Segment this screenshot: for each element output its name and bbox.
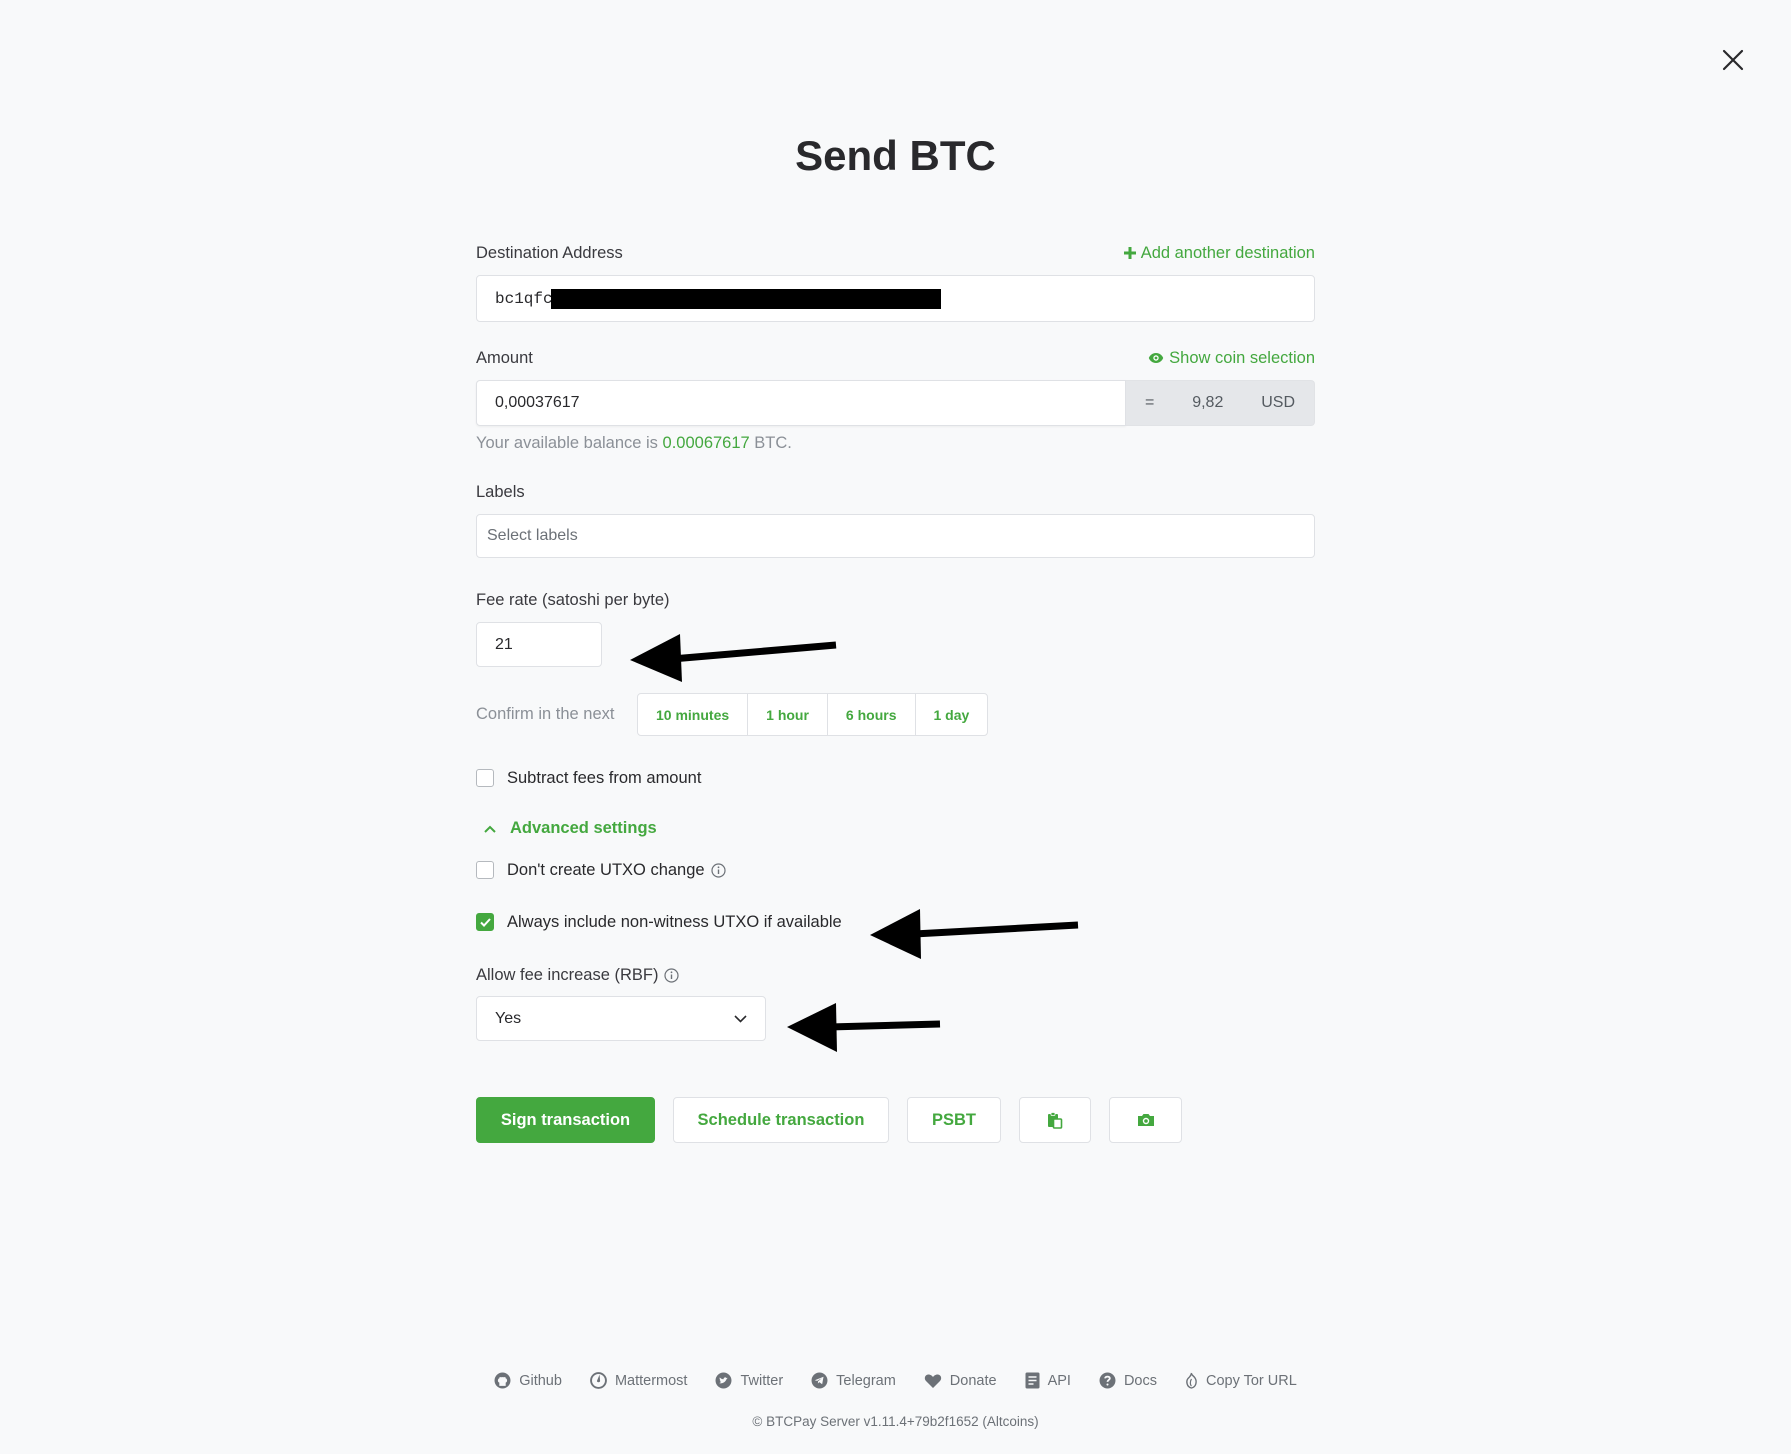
info-icon[interactable] (710, 862, 726, 878)
footer-link-label: Twitter (740, 1372, 784, 1389)
heart-icon (924, 1373, 941, 1388)
rbf-select[interactable]: Yes (476, 996, 766, 1041)
rbf-label: Allow fee increase (RBF) (476, 965, 659, 984)
rbf-selected-value: Yes (495, 1009, 522, 1027)
confirm-row: Confirm in the next 10 minutes 1 hour 6 … (476, 693, 1315, 736)
fee-label-row: Fee rate (satoshi per byte) (476, 587, 1315, 613)
question-icon (1099, 1372, 1116, 1389)
plus-icon (1123, 247, 1136, 259)
confirm-1-hour-button[interactable]: 1 hour (748, 694, 828, 735)
psbt-button[interactable]: PSBT (907, 1097, 1001, 1143)
confirm-10-minutes-button[interactable]: 10 minutes (638, 694, 749, 735)
available-balance-hint: Your available balance is 0.00067617 BTC… (476, 434, 1315, 453)
eye-icon (1148, 353, 1164, 363)
footer-link-label: Docs (1123, 1372, 1157, 1389)
amount-input[interactable]: 0,00037617 (476, 380, 1126, 426)
telegram-icon (811, 1372, 828, 1389)
labels-select[interactable]: Select labels (476, 514, 1315, 558)
balance-prefix: Your available balance is (476, 434, 663, 452)
footer-link-api[interactable]: API (1025, 1372, 1071, 1389)
fee-rate-label: Fee rate (satoshi per byte) (476, 590, 670, 609)
tor-onion-icon (1186, 1372, 1197, 1389)
advanced-settings-label: Advanced settings (510, 819, 657, 837)
show-coin-selection-label: Show coin selection (1169, 348, 1315, 367)
subtract-fees-checkbox[interactable] (476, 769, 494, 787)
chevron-up-icon (484, 825, 496, 833)
confirm-target-group: 10 minutes 1 hour 6 hours 1 day (637, 693, 989, 736)
camera-icon (1137, 1114, 1154, 1126)
footer-link-label: Telegram (836, 1372, 896, 1389)
labels-label: Labels (476, 482, 525, 501)
footer-links: Github Mattermost Twitter Telegram Donat… (0, 1372, 1791, 1389)
mattermost-icon (590, 1372, 607, 1389)
fiat-value: 9,82 (1192, 394, 1224, 411)
non-witness-label: Always include non-witness UTXO if avail… (507, 912, 842, 931)
amount-input-group: 0,00037617 = 9,82 USD (476, 380, 1315, 426)
fiat-addon: = 9,82 USD (1126, 380, 1315, 426)
rbf-label-row: Allow fee increase (RBF) (476, 962, 1315, 988)
copyright: © BTCPay Server v1.11.4+79b2f1652 (Altco… (752, 1414, 1039, 1429)
show-coin-selection-link[interactable]: Show coin selection (1148, 349, 1315, 368)
destination-address-value: bc1qfc (495, 289, 553, 308)
footer-link-label: Github (519, 1372, 562, 1389)
footer-link-copy-tor-url[interactable]: Copy Tor URL (1185, 1372, 1297, 1389)
footer-link-label: Mattermost (614, 1372, 688, 1389)
no-change-row: Don't create UTXO change (476, 857, 1315, 883)
checkmark-icon (479, 917, 491, 927)
add-destination-link[interactable]: Add another destination (1123, 243, 1315, 263)
schedule-transaction-button[interactable]: Schedule transaction (673, 1097, 889, 1143)
github-icon (494, 1372, 511, 1389)
rbf-label-wrap: Allow fee increase (RBF) (476, 965, 680, 985)
chevron-down-icon (734, 1014, 747, 1023)
page-title: Send BTC (795, 132, 996, 179)
footer-link-docs[interactable]: Docs (1099, 1372, 1157, 1389)
confirm-1-day-button[interactable]: 1 day (916, 694, 988, 735)
labels-label-row: Labels (476, 479, 1315, 505)
close-icon (1722, 49, 1744, 71)
document-icon (1025, 1372, 1040, 1389)
subtract-fees-label: Subtract fees from amount (507, 768, 702, 787)
paste-button[interactable] (1019, 1097, 1091, 1143)
fee-rate-input[interactable]: 21 (476, 622, 602, 667)
fiat-currency: USD (1261, 394, 1296, 411)
twitter-icon (715, 1372, 732, 1389)
footer-link-donate[interactable]: Donate (924, 1372, 997, 1389)
balance-suffix: BTC. (749, 434, 792, 452)
balance-value[interactable]: 0.00067617 (663, 434, 750, 452)
destination-address-input[interactable]: bc1qfc (476, 275, 1315, 322)
labels-placeholder: Select labels (487, 527, 578, 544)
equals-sign: = (1144, 394, 1155, 411)
footer-link-github[interactable]: Github (494, 1372, 562, 1389)
confirm-6-hours-button[interactable]: 6 hours (828, 694, 916, 735)
amount-label: Amount (476, 348, 533, 367)
add-destination-label: Add another destination (1140, 243, 1315, 262)
non-witness-checkbox[interactable] (476, 913, 494, 931)
footer-link-label: API (1047, 1372, 1071, 1389)
info-icon[interactable] (664, 967, 680, 983)
scan-qr-button[interactable] (1109, 1097, 1182, 1143)
clipboard-icon (1048, 1111, 1063, 1129)
sign-transaction-button[interactable]: Sign transaction (476, 1097, 655, 1143)
no-change-label: Don't create UTXO change (507, 860, 705, 879)
destination-label-row: Destination Address Add another destinat… (476, 240, 1315, 266)
advanced-settings-toggle[interactable]: Advanced settings (476, 819, 1315, 838)
footer-link-label: Donate (949, 1372, 997, 1389)
subtract-fees-row: Subtract fees from amount (476, 765, 1315, 791)
annotation-arrow-rbf (787, 1003, 941, 1052)
close-button[interactable] (1716, 43, 1750, 77)
annotation-arrow-fee-rate (630, 634, 837, 682)
amount-label-row: Amount Show coin selection (476, 345, 1315, 371)
action-buttons: Sign transaction Schedule transaction PS… (476, 1097, 1315, 1143)
footer-link-telegram[interactable]: Telegram (811, 1372, 896, 1389)
annotation-arrow-non-witness (870, 909, 1079, 959)
redacted-address-block (550, 288, 941, 309)
footer-link-mattermost[interactable]: Mattermost (590, 1372, 688, 1389)
footer-link-label: Copy Tor URL (1205, 1372, 1297, 1389)
destination-label: Destination Address (476, 243, 623, 262)
footer-link-twitter[interactable]: Twitter (715, 1372, 783, 1389)
confirm-label: Confirm in the next (476, 705, 615, 723)
no-change-checkbox[interactable] (476, 861, 494, 879)
